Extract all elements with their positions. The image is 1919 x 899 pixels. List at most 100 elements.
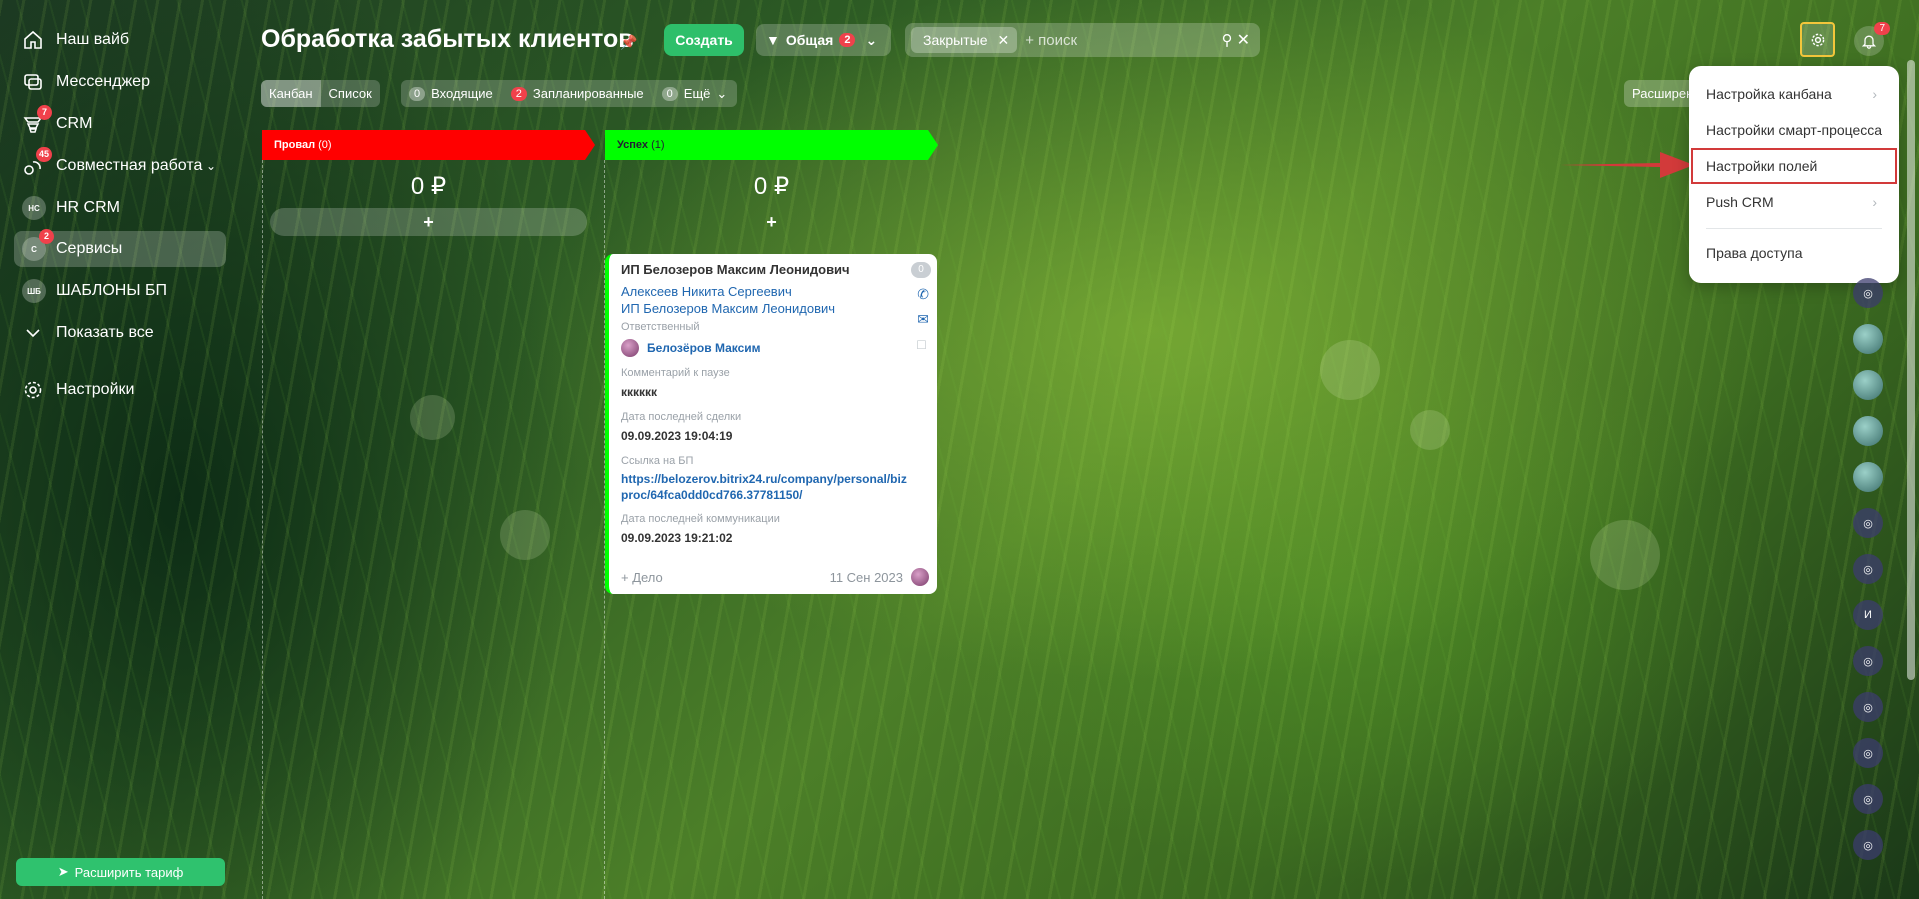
filter-tag[interactable]: Закрытые ✕ [911, 27, 1018, 53]
column-header[interactable]: Провал (0) [262, 130, 595, 160]
chevron-down-icon[interactable]: ⌄ [716, 86, 727, 102]
sidebar-item-hr-crm[interactable]: HC HR CRM [14, 190, 226, 226]
rail-chat-icon[interactable]: ◎ [1853, 278, 1883, 308]
card-field-value: 09.09.2023 19:04:19 [621, 429, 733, 443]
collab-badge: 45 [35, 147, 52, 162]
funnel-icon: ▼ [766, 32, 780, 48]
crm-badge: 7 [37, 105, 52, 120]
card-contact-link[interactable]: Алексеев Никита Сергеевич [621, 283, 927, 300]
clear-icon[interactable]: ✕ [1237, 30, 1250, 50]
incoming-filter[interactable]: Входящие [431, 86, 493, 101]
pipeline-label: Общая [785, 32, 834, 48]
menu-item-label: Настройки смарт-процесса [1706, 122, 1883, 138]
rail-avatar[interactable] [1853, 416, 1883, 446]
column-name: Успех [617, 139, 649, 151]
menu-item-label: Права доступа [1706, 245, 1803, 261]
upgrade-plan-button[interactable]: ➤ Расширить тариф [16, 858, 225, 886]
counters-bar: 0 Входящие 2 Запланированные 0 Ещё ⌄ [401, 80, 738, 107]
rail-chat-icon[interactable]: ◎ [1853, 554, 1883, 584]
chevron-down-icon[interactable]: ⌄ [206, 159, 216, 173]
more-count: 0 [661, 86, 678, 101]
column-sum: 0 ₽ [410, 173, 447, 200]
sidebar-item-bp-templates[interactable]: ШБ ШАБЛОНЫ БП [14, 273, 226, 309]
rail-chat-icon[interactable]: ◎ [1853, 830, 1883, 860]
add-task-link[interactable]: + Дело [621, 570, 663, 585]
rail-avatar[interactable] [1853, 370, 1883, 400]
add-item-button[interactable]: + [270, 208, 587, 236]
responsible-link[interactable]: Белозёров Максим [647, 340, 761, 356]
planned-filter[interactable]: Запланированные [533, 86, 644, 101]
card-field-label: Ответственный [621, 321, 700, 333]
menu-item-smart-process-settings[interactable]: Настройки смарт-процесса [1689, 112, 1899, 148]
kanban-card[interactable]: ИП Белозеров Максим Леонидович 0 Алексее… [605, 254, 937, 594]
card-field-label: Дата последней коммуникации [621, 513, 780, 525]
bell-icon [1861, 35, 1877, 49]
tab-kanban[interactable]: Канбан [261, 80, 321, 107]
create-button[interactable]: Создать [664, 24, 744, 56]
sidebar-item-messenger[interactable]: Мессенджер [14, 64, 226, 100]
menu-divider [1706, 228, 1882, 229]
planned-count: 2 [510, 86, 527, 101]
pipeline-selector[interactable]: ▼ Общая 2 ⌄ [756, 24, 891, 56]
bp-link[interactable]: https://belozerov.bitrix24.ru/company/pe… [621, 471, 911, 503]
crm-icon: 7 [22, 105, 52, 135]
add-item-button[interactable]: + [613, 208, 930, 236]
chevron-down-icon: ⌄ [865, 31, 878, 48]
more-filter[interactable]: Ещё [684, 86, 711, 101]
background-bokeh [500, 510, 550, 560]
extensions-button[interactable]: Расширения [1624, 80, 1694, 107]
chat-icon [22, 71, 44, 93]
menu-item-kanban-settings[interactable]: Настройка канбана › [1689, 76, 1899, 112]
rail-chat-icon[interactable]: ◎ [1853, 646, 1883, 676]
rail-chat-icon[interactable]: ◎ [1853, 692, 1883, 722]
sidebar-item-label: Сервисы [56, 240, 123, 257]
notifications-button[interactable]: 7 [1854, 22, 1890, 56]
sidebar-item-settings[interactable]: Настройки [14, 372, 226, 408]
rocket-icon: ➤ [57, 864, 69, 879]
rail-avatar-letter[interactable]: И [1853, 600, 1883, 630]
background-bokeh [1590, 520, 1660, 590]
phone-icon[interactable]: ✆ [917, 286, 929, 303]
scrollbar[interactable] [1907, 60, 1915, 680]
sidebar-item-collab[interactable]: 45 Совместная работа ⌄ [14, 147, 226, 184]
rail-chat-icon[interactable]: ◎ [1853, 784, 1883, 814]
chevron-right-icon: › [1872, 194, 1877, 210]
rail-chat-icon[interactable]: ◎ [1853, 508, 1883, 538]
sidebar-item-label: HR CRM [56, 199, 120, 216]
card-field-label: Дата последней сделки [621, 411, 742, 423]
card-title[interactable]: ИП Белозеров Максим Леонидович [621, 262, 927, 277]
rail-avatar[interactable] [1853, 324, 1883, 354]
sidebar-item-label: Совместная работа [56, 157, 203, 174]
sidebar-show-all[interactable]: Показать все [14, 315, 226, 351]
comment-icon[interactable]: □ [917, 336, 929, 352]
sidebar-item-vibe[interactable]: Наш вайб [14, 22, 226, 58]
annotation-arrow [1560, 152, 1694, 178]
card-footer: + Дело 11 Сен 2023 [621, 568, 929, 586]
services-abbr: С [31, 244, 37, 254]
pin-icon[interactable]: 📌 [620, 34, 637, 51]
gear-icon [22, 379, 44, 401]
kanban-settings-button[interactable] [1800, 22, 1835, 57]
close-icon[interactable]: ✕ [997, 32, 1009, 49]
search-icon[interactable]: ⚲ [1222, 31, 1233, 49]
card-company-link[interactable]: ИП Белозеров Максим Леонидович [621, 300, 927, 317]
mail-icon[interactable]: ✉ [917, 311, 929, 328]
sidebar-item-services[interactable]: С 2 Сервисы [14, 229, 226, 267]
tab-list[interactable]: Список [321, 80, 380, 107]
column-header[interactable]: Успех (1) [605, 130, 938, 160]
upgrade-plan-label: Расширить тариф [74, 864, 184, 880]
column-fail: Провал (0) 0 ₽ + [262, 130, 595, 236]
menu-item-access-rights[interactable]: Права доступа [1689, 235, 1899, 271]
card-counter: 0 [911, 262, 931, 278]
menu-item-push-crm[interactable]: Push CRM › [1689, 184, 1899, 220]
filter-search-box[interactable]: Закрытые ✕ ⚲ ✕ [905, 23, 1260, 57]
menu-item-field-settings[interactable]: Настройки полей [1691, 148, 1897, 184]
view-switcher: Канбан Список [261, 80, 380, 107]
sidebar-item-crm[interactable]: 7 CRM [14, 105, 226, 142]
card-field-label: Комментарий к паузе [621, 367, 730, 379]
search-input[interactable] [1025, 31, 1206, 49]
column-name: Провал [274, 139, 316, 151]
rail-chat-icon[interactable]: ◎ [1853, 738, 1883, 768]
services-avatar: С 2 [22, 229, 54, 261]
rail-avatar[interactable] [1853, 462, 1883, 492]
